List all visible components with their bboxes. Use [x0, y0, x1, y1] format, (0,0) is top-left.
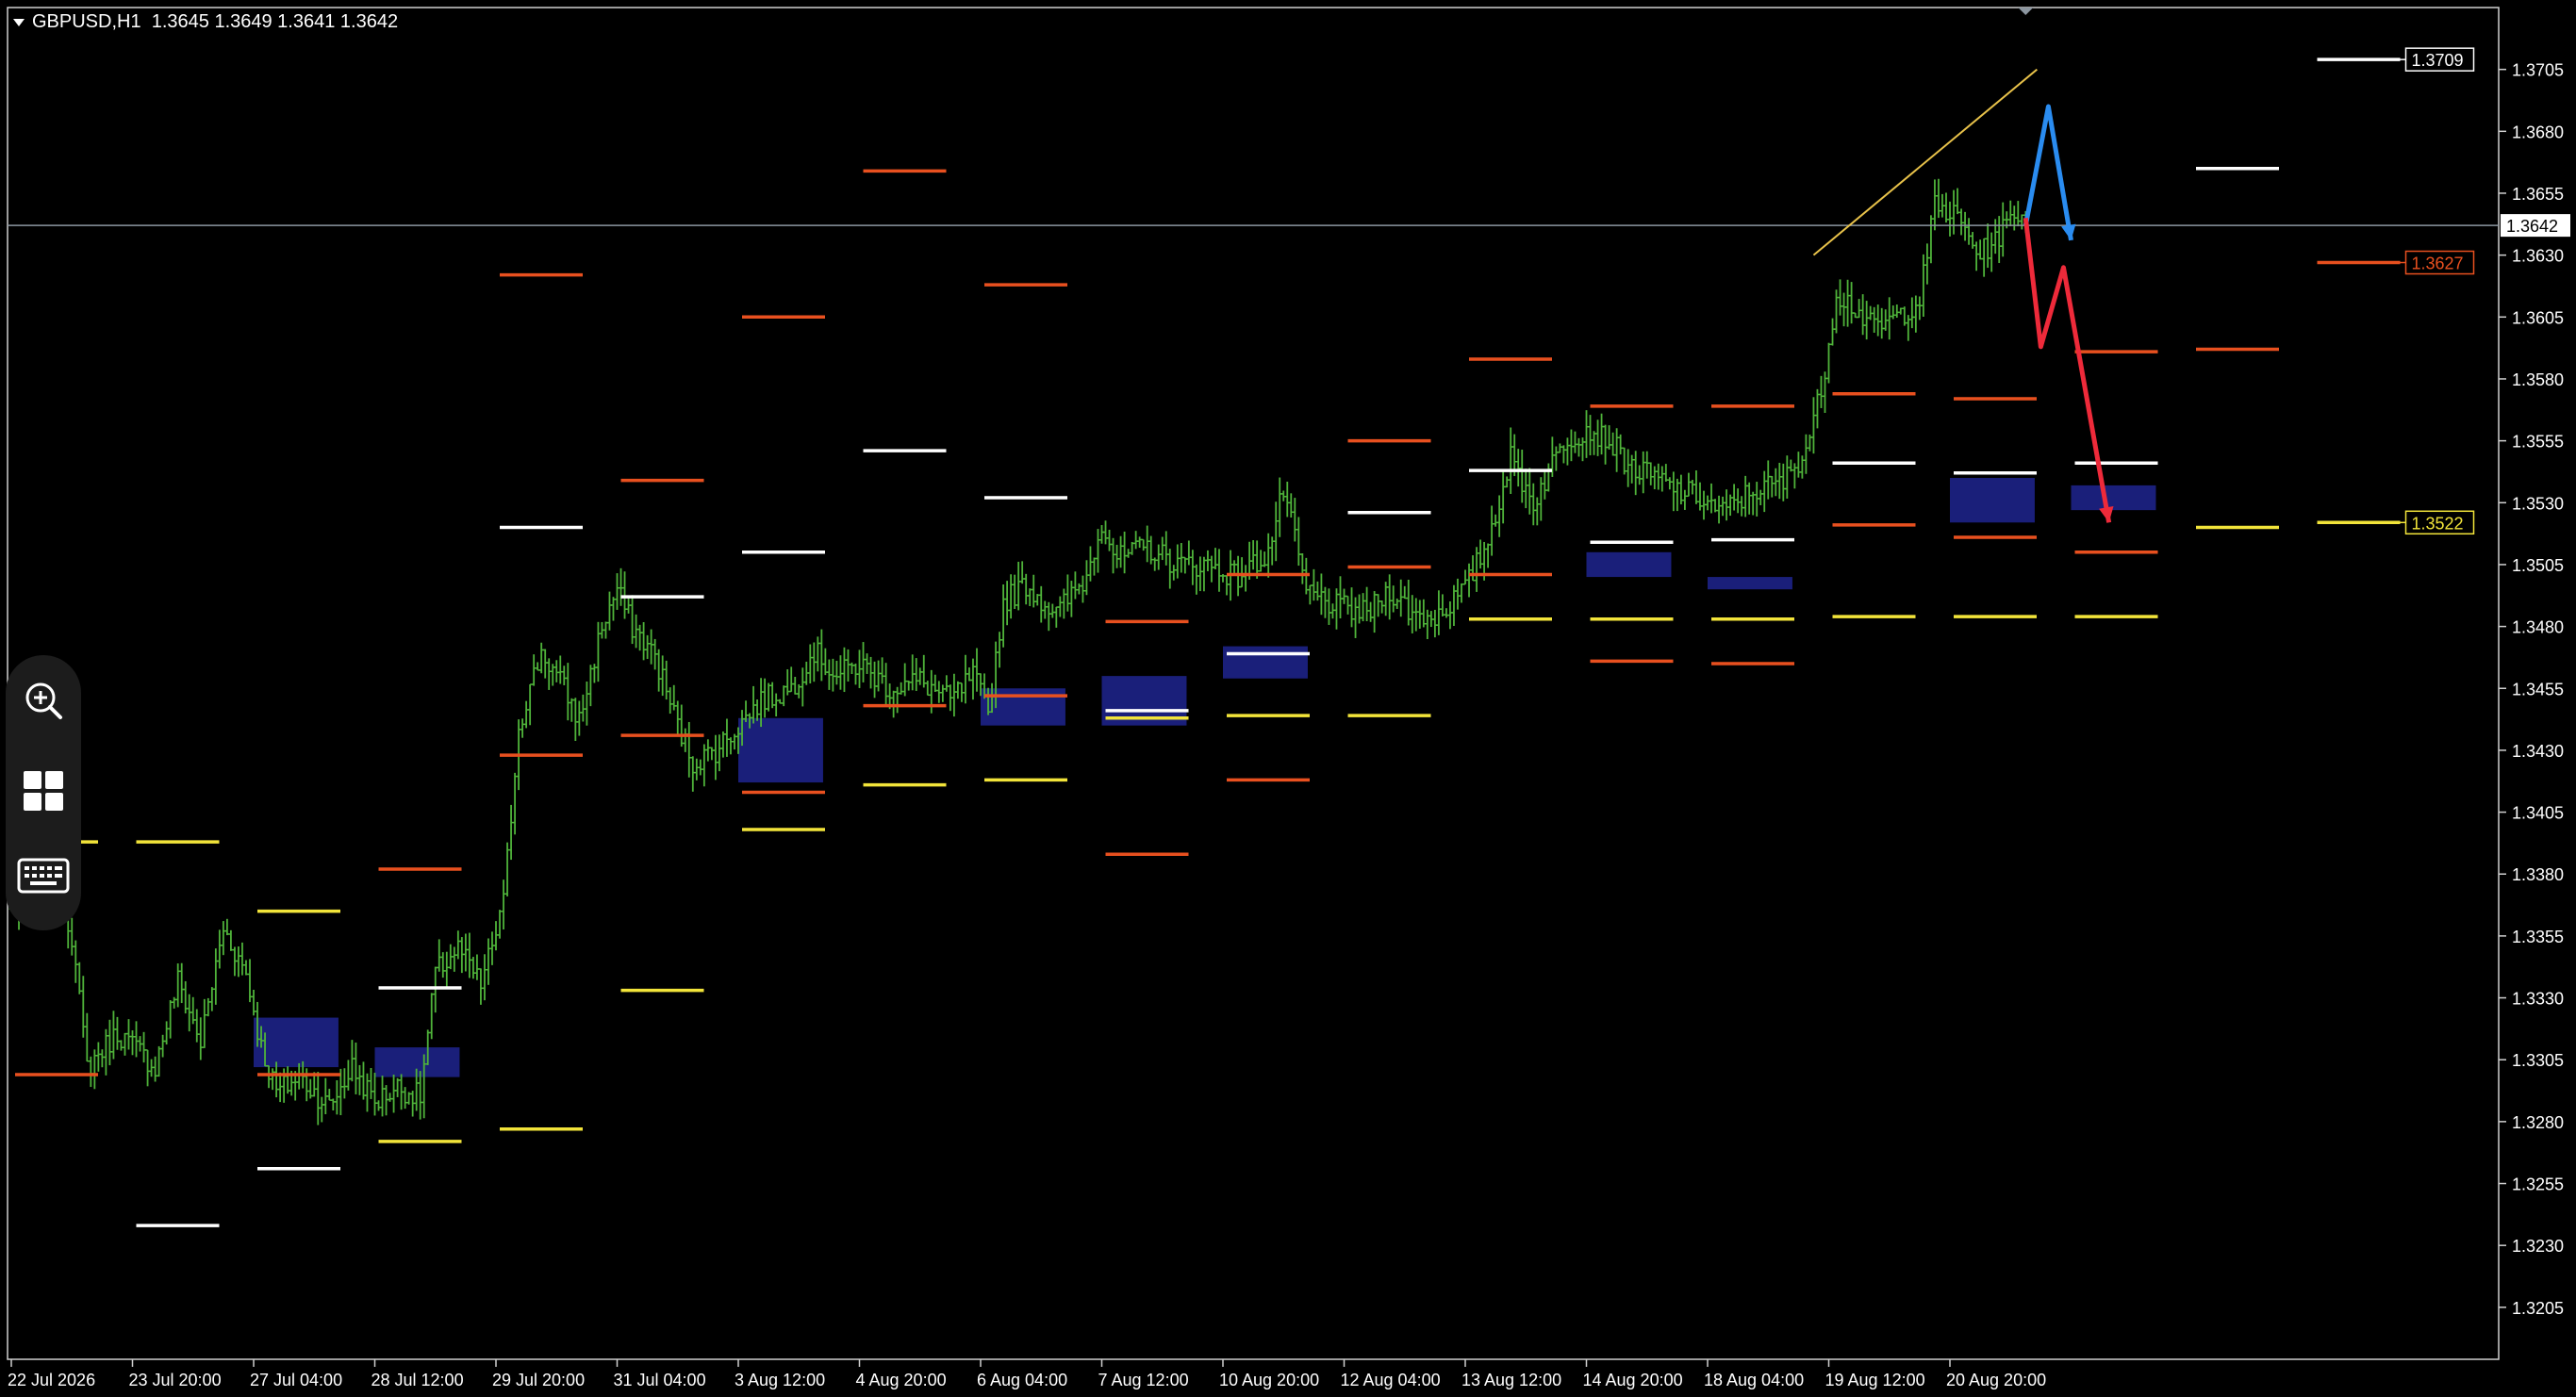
zoom-in-icon	[25, 682, 62, 719]
time-tick-label: 13 Aug 12:00	[1461, 1371, 1561, 1389]
zone-box	[981, 688, 1065, 726]
zone-box	[254, 1017, 339, 1068]
price-chart[interactable]: 1.3705 1.3680 1.3655 1.3630 1.3605 1.3580 1.35…	[0, 0, 2576, 1397]
ohlc-values: 1.3645 1.3649 1.3641 1.3642	[151, 11, 399, 32]
price-tick-label: 1.3680	[2512, 123, 2564, 141]
price-label: 1.3522	[2412, 514, 2464, 533]
zone-box	[1223, 646, 1308, 679]
grid-icon	[24, 771, 63, 811]
chart-window[interactable]: 1.3705 1.3680 1.3655 1.3630 1.3605 1.3580 1.35…	[0, 0, 2576, 1397]
time-tick-label: 7 Aug 12:00	[1098, 1371, 1189, 1389]
price-tick-label: 1.3480	[2512, 618, 2564, 637]
price-tick-label: 1.3505	[2512, 556, 2564, 575]
price-tick-label: 1.3655	[2512, 185, 2564, 204]
price-tick-label: 1.3530	[2512, 494, 2564, 513]
zone-box	[1950, 478, 2035, 523]
time-tick-label: 4 Aug 20:00	[856, 1371, 947, 1389]
time-tick-label: 31 Jul 04:00	[614, 1371, 706, 1389]
price-tick-label: 1.3380	[2512, 865, 2564, 884]
zone-box	[2071, 485, 2156, 511]
price-tick-label: 1.3330	[2512, 990, 2564, 1009]
price-tick-label: 1.3555	[2512, 433, 2564, 452]
zone-box	[1586, 551, 1672, 578]
time-tick-label: 3 Aug 12:00	[735, 1371, 825, 1389]
time-tick-label: 19 Aug 12:00	[1825, 1371, 1925, 1389]
time-tick-label: 20 Aug 20:00	[1946, 1371, 2046, 1389]
time-tick-label: 28 Jul 12:00	[372, 1371, 464, 1389]
price-tick-label: 1.3355	[2512, 928, 2564, 946]
keyboard-button[interactable]	[15, 847, 72, 904]
price-tick-label: 1.3305	[2512, 1051, 2564, 1070]
forecast-arrow-red[interactable]	[2023, 217, 2112, 523]
zone-box	[1708, 577, 1792, 590]
time-tick-label: 14 Aug 20:00	[1583, 1371, 1683, 1389]
forecast-arrow-blue[interactable]	[2023, 104, 2073, 241]
zone-box	[738, 717, 823, 783]
price-tick-label: 1.3705	[2512, 61, 2564, 80]
time-tick-label: 10 Aug 20:00	[1219, 1371, 1319, 1389]
time-tick-label: 18 Aug 04:00	[1704, 1371, 1804, 1389]
price-tick-label: 1.3230	[2512, 1237, 2564, 1256]
price-label: 1.3627	[2412, 255, 2464, 273]
chart-title: GBPUSD,H1 1.3645 1.3649 1.3641 1.3642	[13, 11, 398, 33]
price-tick-label: 1.3205	[2512, 1299, 2564, 1318]
time-tick-label: 23 Jul 20:00	[129, 1371, 222, 1389]
price-label: 1.3709	[2412, 51, 2464, 70]
time-tick-label: 12 Aug 04:00	[1341, 1371, 1441, 1389]
time-tick-label: 6 Aug 04:00	[977, 1371, 1067, 1389]
keyboard-icon	[17, 858, 70, 894]
time-tick-label: 22 Jul 2026	[8, 1371, 95, 1389]
price-tick-label: 1.3580	[2512, 370, 2564, 389]
tile-windows-button[interactable]	[15, 763, 72, 819]
zoom-in-button[interactable]	[15, 672, 72, 729]
price-tick-label: 1.3405	[2512, 804, 2564, 823]
price-tick-label: 1.3455	[2512, 680, 2564, 698]
time-tick-label: 29 Jul 20:00	[492, 1371, 585, 1389]
price-tick-label: 1.3605	[2512, 308, 2564, 327]
symbol-label: GBPUSD,H1	[32, 11, 141, 32]
side-toolbar	[6, 655, 81, 930]
window-menu-arrow-icon[interactable]	[13, 18, 25, 26]
price-tick-label: 1.3430	[2512, 742, 2564, 761]
price-tick-label: 1.3630	[2512, 247, 2564, 266]
price-tick-label: 1.3280	[2512, 1113, 2564, 1132]
plot-frame	[7, 7, 2500, 1360]
price-tick-label: 1.3255	[2512, 1175, 2564, 1194]
bid-price-label: 1.3642	[2506, 217, 2558, 236]
time-tick-label: 27 Jul 04:00	[250, 1371, 342, 1389]
shift-marker-icon[interactable]	[2018, 8, 2034, 15]
